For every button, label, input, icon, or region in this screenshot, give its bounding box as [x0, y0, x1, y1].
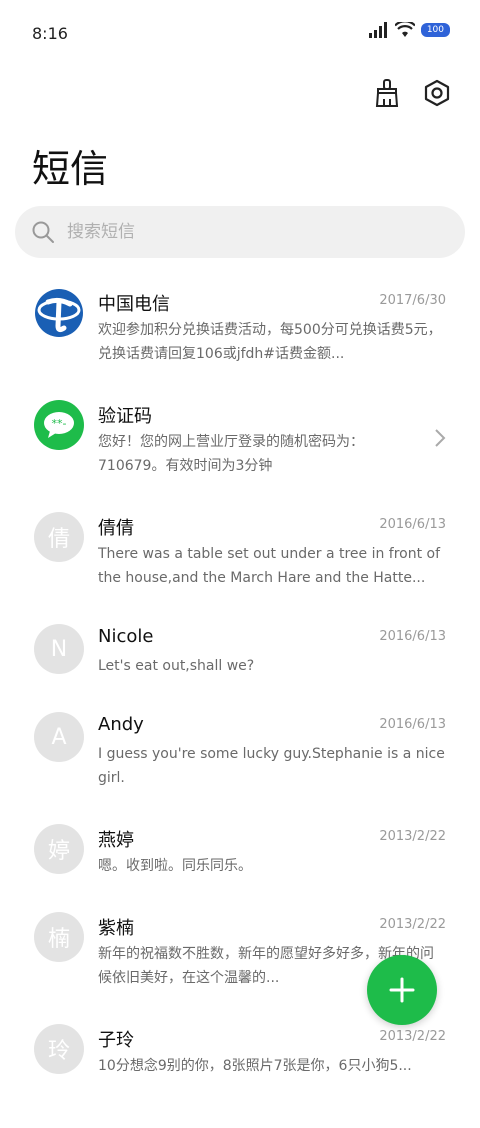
message-date: 2017/6/30	[379, 293, 446, 308]
search-input[interactable]	[65, 221, 409, 243]
sender-name: 紫楠	[98, 918, 134, 939]
message-preview: 10分想念9别的你，8张照片7张是你，6只小狗5...	[98, 1058, 412, 1074]
message-preview: 您好！您的网上营业厅登录的随机密码为：710679。有效时间为3分钟	[98, 434, 364, 474]
status-time: 8:16	[32, 24, 68, 43]
message-item[interactable]: 玲 子玲 2013/2/22 10分想念9别的你，8张照片7张是你，6只小狗5.…	[0, 1016, 480, 1128]
page-title: 短信	[32, 147, 109, 191]
new-message-button[interactable]	[367, 955, 437, 1025]
avatar: 楠	[34, 912, 84, 962]
message-preview: Let's eat out,shall we?	[98, 658, 255, 674]
gear-icon	[424, 79, 450, 107]
system-icons: 100	[368, 22, 450, 38]
message-date: 2016/6/13	[379, 629, 446, 644]
message-preview: 嗯。收到啦。同乐同乐。	[98, 858, 252, 874]
telecom-logo-avatar	[34, 288, 84, 338]
message-date: 2016/6/13	[379, 517, 446, 532]
message-item[interactable]: 婷 燕婷 2013/2/22 嗯。收到啦。同乐同乐。	[0, 816, 480, 904]
avatar: 倩	[34, 512, 84, 562]
sender-name: 倩倩	[98, 518, 134, 539]
china-telecom-icon	[35, 289, 83, 337]
search-icon	[32, 221, 54, 243]
avatar: N	[34, 624, 84, 674]
message-preview: There was a table set out under a tree i…	[98, 546, 441, 586]
avatar: A	[34, 712, 84, 762]
avatar: 婷	[34, 824, 84, 874]
signal-icon	[368, 22, 387, 38]
message-item-telecom[interactable]: 中国电信 2017/6/30 欢迎参加积分兑换话费活动，每500分可兑换话费5元…	[0, 280, 480, 392]
message-date: 2013/2/22	[379, 829, 446, 844]
message-bubble-icon: **-	[44, 412, 74, 438]
plus-icon	[389, 977, 415, 1003]
message-item[interactable]: A Andy 2016/6/13 I guess you're some luc…	[0, 704, 480, 816]
sender-name: 燕婷	[98, 830, 134, 851]
message-preview: I guess you're some lucky guy.Stephanie …	[98, 746, 445, 786]
chevron-right-icon	[435, 429, 446, 447]
message-item[interactable]: N Nicole 2016/6/13 Let's eat out,shall w…	[0, 616, 480, 704]
message-date: 2013/2/22	[379, 917, 446, 932]
settings-button[interactable]	[422, 78, 452, 108]
search-bar[interactable]	[15, 206, 465, 258]
message-item-verification[interactable]: **- 验证码 您好！您的网上营业厅登录的随机密码为：710679。有效时间为3…	[0, 392, 480, 504]
sender-name: 中国电信	[98, 294, 170, 315]
clean-button[interactable]	[372, 78, 402, 108]
broom-icon	[375, 79, 399, 107]
sender-name: 子玲	[98, 1030, 134, 1051]
message-item[interactable]: 倩 倩倩 2016/6/13 There was a table set out…	[0, 504, 480, 616]
battery-icon: 100	[420, 23, 450, 37]
message-preview: 欢迎参加积分兑换话费活动，每500分可兑换话费5元，兑换话费请回复106或jfd…	[98, 322, 442, 362]
message-date: 2013/2/22	[379, 1029, 446, 1044]
message-date: 2016/6/13	[379, 717, 446, 732]
sender-name: 验证码	[98, 406, 152, 427]
svg-text:**-: **-	[52, 417, 67, 430]
chat-avatar: **-	[34, 400, 84, 450]
top-actions	[372, 78, 452, 108]
status-bar: 8:16 100	[0, 0, 480, 66]
wifi-icon	[394, 22, 415, 37]
sender-name: Nicole	[98, 626, 154, 647]
sender-name: Andy	[98, 714, 144, 735]
